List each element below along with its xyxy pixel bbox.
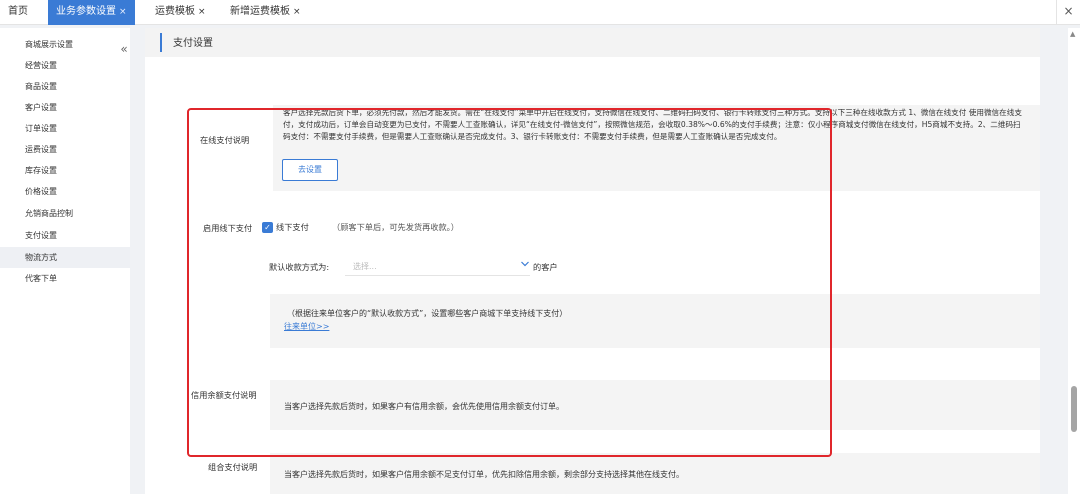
sidebar-item-price[interactable]: 价格设置 — [0, 181, 130, 202]
offline-info-text: （根据往来单位客户的“默认收款方式”，设置哪些客户商城下单支持线下支付） — [287, 309, 568, 318]
sidebar-item-allowed-goods[interactable]: 允销商品控制 — [0, 203, 130, 224]
tab-bar: 首页 业务参数设置 × 运费模板 × 新增运费模板 × × — [0, 0, 1080, 25]
credit-pay-text: 当客户选择先款后货时，如果客户有信用余额，会优先使用信用余额支付订单。 — [284, 402, 564, 411]
main-panel: 支付设置 在线支付说明 客户选择先款后货下单，必须先付款，然后才能发货。需在“在… — [145, 28, 1040, 494]
combo-pay-text: 当客户选择先款后货时，如果客户信用余额不足支付订单，优先扣除信用余额，剩余部分支… — [284, 470, 684, 479]
sidebar: « 商城展示设置 经营设置 商品设置 客户设置 订单设置 运费设置 库存设置 价… — [0, 28, 130, 494]
tab-home[interactable]: 首页 — [8, 0, 28, 25]
section-accent-bar — [160, 33, 162, 52]
select-placeholder: 选择... — [353, 262, 377, 271]
sidebar-item-order-for-customer[interactable]: 代客下单 — [0, 268, 130, 289]
section-header: 支付设置 — [145, 28, 1040, 57]
close-icon[interactable]: × — [119, 7, 127, 17]
credit-pay-box: 当客户选择先款后货时，如果客户有信用余额，会优先使用信用余额支付订单。 — [270, 380, 1040, 430]
online-pay-description: 客户选择先款后货下单，必须先付款，然后才能发货。需在“在线支付”菜单中开启在线支… — [273, 105, 1040, 191]
window-close-icon[interactable]: × — [1056, 0, 1080, 25]
sidebar-item-mall-display[interactable]: 商城展示设置 — [0, 34, 130, 55]
tab-label: 新增运费模板 — [230, 6, 290, 17]
offline-pay-checkbox-label[interactable]: 线下支付 — [276, 221, 309, 233]
scroll-up-icon[interactable]: ▲ — [1070, 30, 1075, 38]
close-icon[interactable]: × — [293, 7, 301, 17]
sidebar-item-payment[interactable]: 支付设置 — [0, 225, 130, 246]
sidebar-item-order[interactable]: 订单设置 — [0, 118, 130, 139]
sidebar-item-business[interactable]: 经营设置 — [0, 55, 130, 76]
go-settings-button[interactable]: 去设置 — [282, 159, 338, 181]
tab-label: 业务参数设置 — [56, 6, 116, 17]
offline-pay-checkbox[interactable]: ✓ — [262, 222, 273, 233]
partner-units-link[interactable]: 往来单位>> — [284, 321, 329, 332]
sidebar-item-logistics[interactable]: 物流方式 — [0, 247, 130, 268]
tab-shipping-template[interactable]: 运费模板 × — [155, 0, 206, 25]
offline-pay-note: （顾客下单后，可先发货再收款。） — [332, 222, 459, 232]
tab-new-shipping-template[interactable]: 新增运费模板 × — [230, 0, 301, 25]
tab-label: 首页 — [8, 6, 28, 17]
online-pay-label: 在线支付说明 — [200, 135, 250, 145]
sidebar-item-stock[interactable]: 库存设置 — [0, 160, 130, 181]
sidebar-item-customer[interactable]: 客户设置 — [0, 97, 130, 118]
combo-pay-box: 当客户选择先款后货时，如果客户信用余额不足支付订单，优先扣除信用余额，剩余部分支… — [270, 453, 1040, 494]
default-method-select[interactable]: 选择... — [345, 257, 530, 276]
combo-pay-label: 组合支付说明 — [208, 462, 258, 472]
default-method-label: 默认收款方式为: — [269, 262, 330, 272]
sidebar-item-freight[interactable]: 运费设置 — [0, 139, 130, 160]
offline-info-box: （根据往来单位客户的“默认收款方式”，设置哪些客户商城下单支持线下支付） 往来单… — [270, 294, 1040, 348]
section-title: 支付设置 — [173, 38, 213, 49]
close-icon[interactable]: × — [198, 7, 206, 17]
tab-business-params[interactable]: 业务参数设置 × — [48, 0, 135, 25]
tab-label: 运费模板 — [155, 6, 195, 17]
online-pay-description-text: 客户选择先款后货下单，必须先付款，然后才能发货。需在“在线支付”菜单中开启在线支… — [283, 108, 1022, 141]
scrollbar-thumb[interactable] — [1071, 386, 1077, 432]
chevron-down-icon — [520, 259, 530, 271]
credit-pay-label: 信用余额支付说明 — [191, 390, 257, 400]
sidebar-item-goods[interactable]: 商品设置 — [0, 76, 130, 97]
offline-pay-label: 启用线下支付 — [203, 223, 253, 233]
select-suffix: 的客户 — [533, 262, 558, 272]
